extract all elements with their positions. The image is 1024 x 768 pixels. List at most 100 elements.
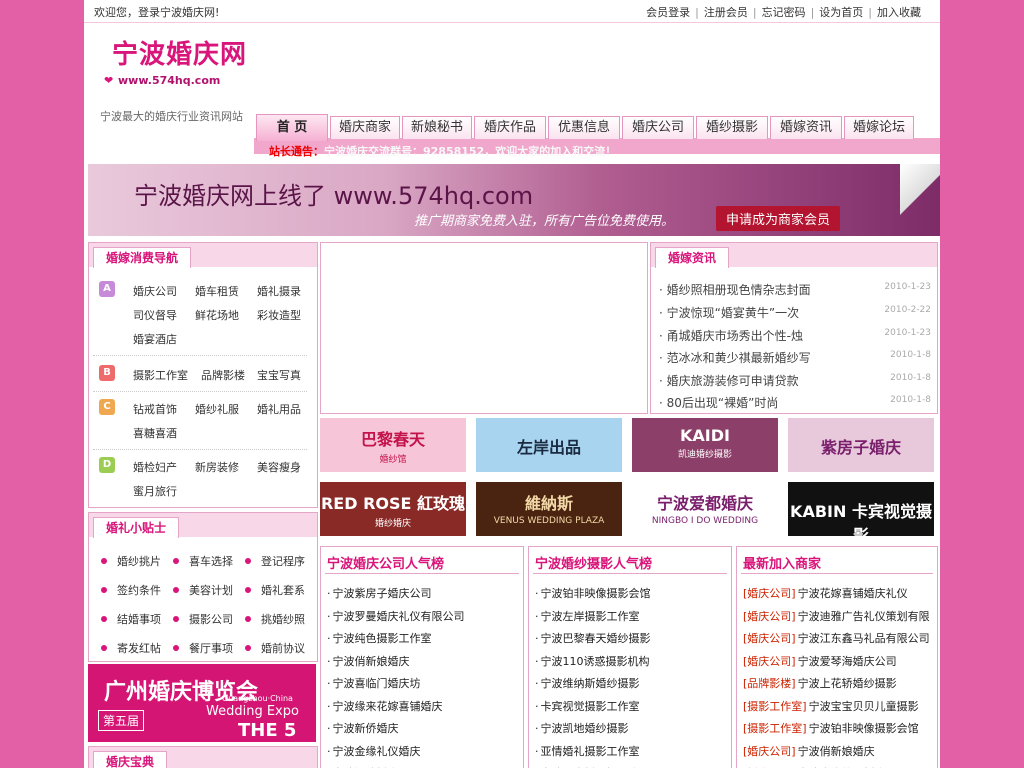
- add-favorite-link[interactable]: 加入收藏: [872, 6, 926, 19]
- new-merchants-panel: 最新加入商家 [婚庆公司] 宁波花嫁喜铺婚庆礼仪 [婚庆公司] 宁波迪雅广告礼仪策划有…: [736, 546, 938, 768]
- tip-link[interactable]: 寄发红帖: [117, 640, 161, 656]
- set-homepage-link[interactable]: 设为首页: [814, 6, 868, 19]
- list-item[interactable]: [婚庆公司] 宁波迪雅广告礼仪策划有限: [743, 608, 930, 624]
- tab-deals[interactable]: 优惠信息: [548, 116, 620, 139]
- news-item[interactable]: · 80后出现“裸婚”时尚 2010-1-8: [659, 394, 931, 411]
- partner-logo[interactable]: 紫房子婚庆: [788, 418, 934, 472]
- guide-link[interactable]: 宝宝写真: [257, 367, 301, 383]
- news-item[interactable]: · 婚纱照相册现色情杂志封面 2010-1-23: [659, 281, 931, 298]
- list-item[interactable]: · 亚情婚礼摄影工作室: [535, 743, 640, 759]
- list-item[interactable]: · 宁波纯色摄影工作室: [327, 630, 432, 646]
- guide-link[interactable]: 司仪督导: [133, 307, 177, 323]
- partner-logo[interactable]: KAIDI 凯迪婚纱摄影: [632, 418, 778, 472]
- category-tag[interactable]: [摄影工作室]: [743, 722, 807, 735]
- bullet-dot-icon: ·: [327, 632, 331, 645]
- tab-wedding-photo[interactable]: 婚纱摄影: [696, 116, 768, 139]
- category-tag[interactable]: [婚庆公司]: [743, 655, 796, 668]
- partner-logo[interactable]: 宁波爱都婚庆 NINGBO I DO WEDDING: [632, 482, 778, 536]
- guide-link[interactable]: 婚检妇产: [133, 459, 177, 475]
- guide-link[interactable]: 婚车租赁: [195, 283, 239, 299]
- partner-logo[interactable]: RED ROSE 紅玫瑰 婚纱婚庆: [320, 482, 466, 536]
- tab-bride-secretary[interactable]: 新娘秘书: [402, 116, 472, 139]
- expo-ad-banner[interactable]: 广州婚庆博览会 第五届 Guangzhou·China Wedding Expo…: [88, 664, 316, 742]
- apply-merchant-button[interactable]: 申请成为商家会员: [716, 206, 841, 231]
- login-link[interactable]: 会员登录: [641, 6, 695, 19]
- tip-link[interactable]: 婚礼套系: [261, 582, 305, 598]
- guide-link[interactable]: 鲜花场地: [195, 307, 239, 323]
- list-item[interactable]: [摄影工作室] 宁波宝宝贝贝儿童摄影: [743, 698, 919, 714]
- partner-logo[interactable]: KABIN 卡宾视觉摄影: [788, 482, 934, 536]
- site-logo[interactable]: 宁波婚庆网 ❤ www.574hq.com: [104, 34, 254, 92]
- guide-link[interactable]: 婚庆公司: [133, 283, 177, 299]
- list-item[interactable]: · 宁波维纳斯婚纱摄影: [535, 675, 640, 691]
- list-item[interactable]: · 卡宾视觉摄影工作室: [535, 698, 640, 714]
- tip-link[interactable]: 餐厅事项: [189, 640, 233, 656]
- forgot-password-link[interactable]: 忘记密码: [757, 6, 811, 19]
- tab-wedding-companies[interactable]: 婚庆公司: [622, 116, 694, 139]
- guide-link[interactable]: 蜜月旅行: [133, 483, 177, 499]
- tip-link[interactable]: 美容计划: [189, 582, 233, 598]
- tab-merchants[interactable]: 婚庆商家: [330, 116, 400, 139]
- guide-link[interactable]: 彩妆造型: [257, 307, 301, 323]
- partner-logo[interactable]: 左岸出品: [476, 418, 622, 472]
- list-item[interactable]: · 宁波罗曼婚庆礼仪有限公司: [327, 608, 465, 624]
- news-item[interactable]: · 范冰冰和黄少祺最新婚纱写 2010-1-8: [659, 349, 931, 366]
- tip-link[interactable]: 喜车选择: [189, 553, 233, 569]
- guide-link[interactable]: 婚礼摄录: [257, 283, 301, 299]
- list-item[interactable]: · 宁波俏新娘婚庆: [327, 653, 410, 669]
- tip-link[interactable]: 婚纱挑片: [117, 553, 161, 569]
- partner-logo[interactable]: 維納斯 VENUS WEDDING PLAZA: [476, 482, 622, 536]
- tip-link[interactable]: 登记程序: [261, 553, 305, 569]
- tip-link[interactable]: 摄影公司: [189, 611, 233, 627]
- category-tag[interactable]: [婚庆公司]: [743, 587, 796, 600]
- tab-works[interactable]: 婚庆作品: [474, 116, 546, 139]
- list-item[interactable]: · 宁波紫房子婚庆公司: [327, 585, 432, 601]
- list-item[interactable]: · 宁波110诱惑摄影机构: [535, 653, 650, 669]
- list-item[interactable]: [婚庆公司] 宁波江东鑫马礼品有限公司: [743, 630, 930, 646]
- tab-home[interactable]: 首 页: [256, 114, 328, 141]
- list-item[interactable]: · 宁波凯地婚纱摄影: [535, 720, 629, 736]
- tab-forum[interactable]: 婚嫁论坛: [844, 116, 914, 139]
- list-item[interactable]: · 宁波巴黎春天婚纱摄影: [535, 630, 651, 646]
- guide-link[interactable]: 钻戒首饰: [133, 401, 177, 417]
- list-item[interactable]: · 宁波金缘礼仪婚庆: [327, 743, 421, 759]
- guide-link[interactable]: 摄影工作室: [133, 367, 188, 383]
- guide-link[interactable]: 婚纱礼服: [195, 401, 239, 417]
- guide-link[interactable]: 美容瘦身: [257, 459, 301, 475]
- promo-banner[interactable]: 宁波婚庆网上线了 www.574hq.com 推广期商家免费入驻，所有广告位免费…: [88, 164, 940, 236]
- list-item[interactable]: [婚庆公司] 宁波花嫁喜铺婚庆礼仪: [743, 585, 908, 601]
- register-link[interactable]: 注册会员: [699, 6, 753, 19]
- tip-link[interactable]: 挑婚纱照: [261, 611, 305, 627]
- guide-link[interactable]: 婚宴酒店: [133, 331, 177, 347]
- guide-link[interactable]: 品牌影楼: [201, 367, 245, 383]
- partner-logo[interactable]: 巴黎春天 婚纱馆: [320, 418, 466, 472]
- tab-wedding-news[interactable]: 婚嫁资讯: [770, 116, 842, 139]
- category-tag[interactable]: [摄影工作室]: [743, 700, 807, 713]
- news-item[interactable]: · 婚庆旅游装修可申请贷款 2010-1-8: [659, 372, 931, 389]
- guide-link[interactable]: 新房装修: [195, 459, 239, 475]
- category-tag[interactable]: [婚庆公司]: [743, 745, 796, 758]
- list-item[interactable]: [婚庆公司] 宁波俏新娘婚庆: [743, 743, 875, 759]
- list-item[interactable]: · 宁波喜临门婚庆坊: [327, 675, 421, 691]
- list-item[interactable]: · 宁波铂非映像摄影会馆: [535, 585, 651, 601]
- list-item[interactable]: · 宁波左岸摄影工作室: [535, 608, 640, 624]
- news-date: 2010-2-22: [884, 305, 931, 315]
- list-item[interactable]: · 宁波新侨婚庆: [327, 720, 399, 736]
- guide-link[interactable]: 喜糖喜酒: [133, 425, 177, 441]
- tip-link[interactable]: 签约条件: [117, 582, 161, 598]
- category-tag[interactable]: [婚庆公司]: [743, 632, 796, 645]
- guide-link[interactable]: 婚礼用品: [257, 401, 301, 417]
- tip-link[interactable]: 婚前协议: [261, 640, 305, 656]
- company-ranking-panel: 宁波婚庆公司人气榜 · 宁波紫房子婚庆公司 · 宁波罗曼婚庆礼仪有限公司 · 宁波纯色摄影…: [320, 546, 524, 768]
- category-tag[interactable]: [婚庆公司]: [743, 610, 796, 623]
- news-item[interactable]: · 甬城婚庆市场秀出个性-烛 2010-1-23: [659, 327, 931, 344]
- list-item[interactable]: [摄影工作室] 宁波铂非映像摄影会馆: [743, 720, 919, 736]
- list-item[interactable]: [婚庆公司] 宁波爱琴海婚庆公司: [743, 653, 897, 669]
- list-item[interactable]: · 宁波缘来花嫁喜铺婚庆: [327, 698, 443, 714]
- slideshow-area[interactable]: [320, 242, 648, 414]
- news-item[interactable]: · 宁波惊现“婚宴黄牛”一次 2010-2-22: [659, 304, 931, 321]
- tip-link[interactable]: 结婚事项: [117, 611, 161, 627]
- list-item[interactable]: [品牌影楼] 宁波上花轿婚纱摄影: [743, 675, 897, 691]
- news-title: 婚庆旅游装修可申请贷款: [666, 374, 799, 388]
- category-tag[interactable]: [品牌影楼]: [743, 677, 796, 690]
